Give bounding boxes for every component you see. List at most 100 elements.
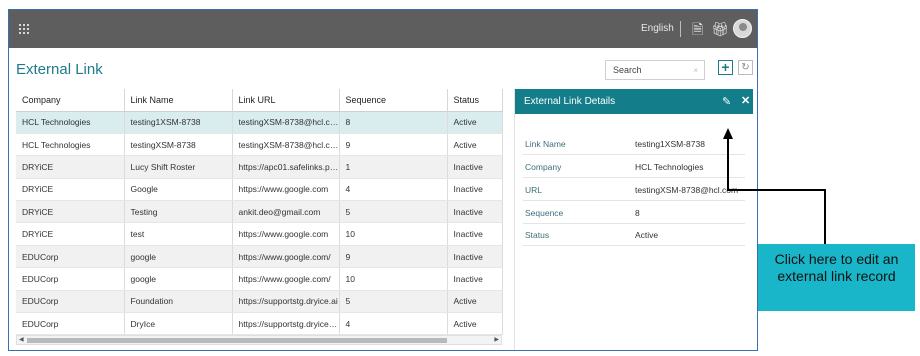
column-header-sequence[interactable]: Sequence bbox=[339, 89, 448, 112]
table-row[interactable]: EDUCorp google https://www.google.com/ 1… bbox=[16, 267, 503, 291]
topbar-divider bbox=[680, 21, 681, 37]
app-grid-icon[interactable] bbox=[19, 24, 29, 34]
cell-link-url: https://supportstg.dryice.ai bbox=[232, 290, 340, 314]
add-link-button[interactable]: + bbox=[718, 60, 733, 75]
cell-status: Inactive bbox=[447, 155, 503, 179]
column-header-link-name[interactable]: Link Name bbox=[124, 89, 233, 112]
cell-link-name: Testing bbox=[124, 200, 233, 224]
cell-link-name: DryIce bbox=[124, 312, 233, 336]
scroll-right-icon[interactable]: ▶ bbox=[494, 336, 499, 344]
search-input[interactable]: Search × bbox=[605, 60, 705, 80]
cell-status: Active bbox=[447, 290, 503, 314]
cell-link-url: https://www.google.com/ bbox=[232, 267, 340, 291]
table-row[interactable]: EDUCorp DryIce https://supportstg.dryice… bbox=[16, 312, 503, 336]
detail-label: Company bbox=[525, 162, 562, 172]
cell-link-name: testingXSM-8738 bbox=[124, 133, 233, 157]
search-placeholder: Search bbox=[613, 65, 642, 75]
cell-status: Inactive bbox=[447, 245, 503, 269]
cell-status: Inactive bbox=[447, 222, 503, 246]
callout-connector bbox=[824, 190, 826, 244]
top-bar: English 🗎 🎁︎ bbox=[9, 10, 757, 48]
detail-label: Status bbox=[525, 230, 550, 240]
table-row[interactable]: DRYiCE Google https://www.google.com 4 I… bbox=[16, 178, 503, 202]
cell-company: DRYiCE bbox=[16, 222, 125, 246]
callout-connector bbox=[727, 138, 729, 191]
scrollbar-thumb[interactable] bbox=[27, 338, 447, 343]
app-window: English 🗎 🎁︎ External Link Search × + ↻ … bbox=[8, 9, 758, 351]
table-row[interactable]: DRYiCE Testing ankit.deo@gmail.com 5 Ina… bbox=[16, 200, 503, 224]
cell-company: DRYiCE bbox=[16, 178, 125, 202]
cell-sequence: 5 bbox=[339, 290, 448, 314]
page-title: External Link bbox=[16, 61, 103, 78]
cell-sequence: 10 bbox=[339, 222, 448, 246]
cell-company: DRYiCE bbox=[16, 200, 125, 224]
detail-row-link-name: Link Name testing1XSM-8738 bbox=[523, 133, 745, 155]
details-header: External Link Details ✎ ✕ bbox=[515, 89, 753, 114]
cell-company: EDUCorp bbox=[16, 267, 125, 291]
cell-company: EDUCorp bbox=[16, 245, 125, 269]
cell-link-name: google bbox=[124, 245, 233, 269]
cell-sequence: 4 bbox=[339, 178, 448, 202]
document-icon[interactable]: 🗎 bbox=[692, 20, 703, 38]
cell-sequence: 9 bbox=[339, 133, 448, 157]
cell-status: Active bbox=[447, 133, 503, 157]
details-panel: External Link Details ✎ ✕ Link Name test… bbox=[514, 89, 753, 350]
refresh-button[interactable]: ↻ bbox=[738, 60, 753, 75]
detail-value: testing1XSM-8738 bbox=[635, 139, 705, 149]
gift-icon[interactable]: 🎁︎ bbox=[711, 20, 729, 38]
detail-row-company: Company HCL Technologies bbox=[523, 156, 745, 178]
cell-link-url: https://www.google.com bbox=[232, 178, 340, 202]
cell-link-url: testingXSM-8738@hcl.com bbox=[232, 111, 340, 134]
search-clear-icon[interactable]: × bbox=[693, 66, 698, 75]
cell-link-url: ankit.deo@gmail.com bbox=[232, 200, 340, 224]
detail-value: Active bbox=[635, 230, 659, 240]
cell-link-url: testingXSM-8738@hcl.com bbox=[232, 133, 340, 157]
table-row[interactable]: DRYiCE Lucy Shift Roster https://apc01.s… bbox=[16, 155, 503, 179]
cell-link-url: https://www.google.com/ bbox=[232, 245, 340, 269]
callout-box: Click here to edit an external link reco… bbox=[758, 244, 915, 311]
cell-link-url: https://apc01.safelinks.pr... bbox=[232, 155, 340, 179]
column-header-company[interactable]: Company bbox=[16, 89, 125, 112]
table-row[interactable]: EDUCorp Foundation https://supportstg.dr… bbox=[16, 290, 503, 314]
cell-sequence: 1 bbox=[339, 155, 448, 179]
cell-link-name: Foundation bbox=[124, 290, 233, 314]
language-selector[interactable]: English bbox=[641, 23, 674, 34]
cell-company: EDUCorp bbox=[16, 312, 125, 336]
detail-value: HCL Technologies bbox=[635, 162, 704, 172]
cell-sequence: 4 bbox=[339, 312, 448, 336]
external-links-table: Company Link Name Link URL Sequence Stat… bbox=[16, 89, 503, 336]
cell-status: Active bbox=[447, 111, 503, 134]
detail-row-status: Status Active bbox=[523, 224, 745, 246]
table-row[interactable]: EDUCorp google https://www.google.com/ 9… bbox=[16, 245, 503, 269]
table-row[interactable]: DRYiCE test https://www.google.com 10 In… bbox=[16, 222, 503, 246]
column-header-link-url[interactable]: Link URL bbox=[232, 89, 340, 112]
horizontal-scrollbar[interactable]: ◀ ▶ bbox=[16, 335, 502, 345]
cell-link-name: testing1XSM-8738 bbox=[124, 111, 233, 134]
cell-status: Inactive bbox=[447, 200, 503, 224]
detail-row-sequence: Sequence 8 bbox=[523, 202, 745, 224]
cell-company: DRYiCE bbox=[16, 155, 125, 179]
cell-status: Inactive bbox=[447, 178, 503, 202]
detail-value: testingXSM-8738@hcl.com bbox=[635, 185, 739, 195]
close-icon[interactable]: ✕ bbox=[741, 94, 750, 107]
table-row[interactable]: HCL Technologies testingXSM-8738 testing… bbox=[16, 133, 503, 157]
cell-status: Inactive bbox=[447, 267, 503, 291]
scroll-left-icon[interactable]: ◀ bbox=[19, 336, 24, 344]
detail-label: URL bbox=[525, 185, 543, 195]
cell-company: HCL Technologies bbox=[16, 133, 125, 157]
column-header-status[interactable]: Status bbox=[447, 89, 503, 112]
avatar[interactable] bbox=[733, 19, 752, 38]
cell-sequence: 9 bbox=[339, 245, 448, 269]
pencil-icon[interactable]: ✎ bbox=[722, 95, 731, 108]
detail-row-url: URL testingXSM-8738@hcl.com bbox=[523, 179, 745, 201]
cell-link-name: Lucy Shift Roster bbox=[124, 155, 233, 179]
detail-value: 8 bbox=[635, 208, 640, 218]
cell-sequence: 10 bbox=[339, 267, 448, 291]
cell-company: EDUCorp bbox=[16, 290, 125, 314]
cell-link-name: Google bbox=[124, 178, 233, 202]
table-row[interactable]: HCL Technologies testing1XSM-8738 testin… bbox=[16, 111, 503, 134]
cell-sequence: 5 bbox=[339, 200, 448, 224]
cell-status: Active bbox=[447, 312, 503, 336]
cell-company: HCL Technologies bbox=[16, 111, 125, 134]
cell-link-name: google bbox=[124, 267, 233, 291]
